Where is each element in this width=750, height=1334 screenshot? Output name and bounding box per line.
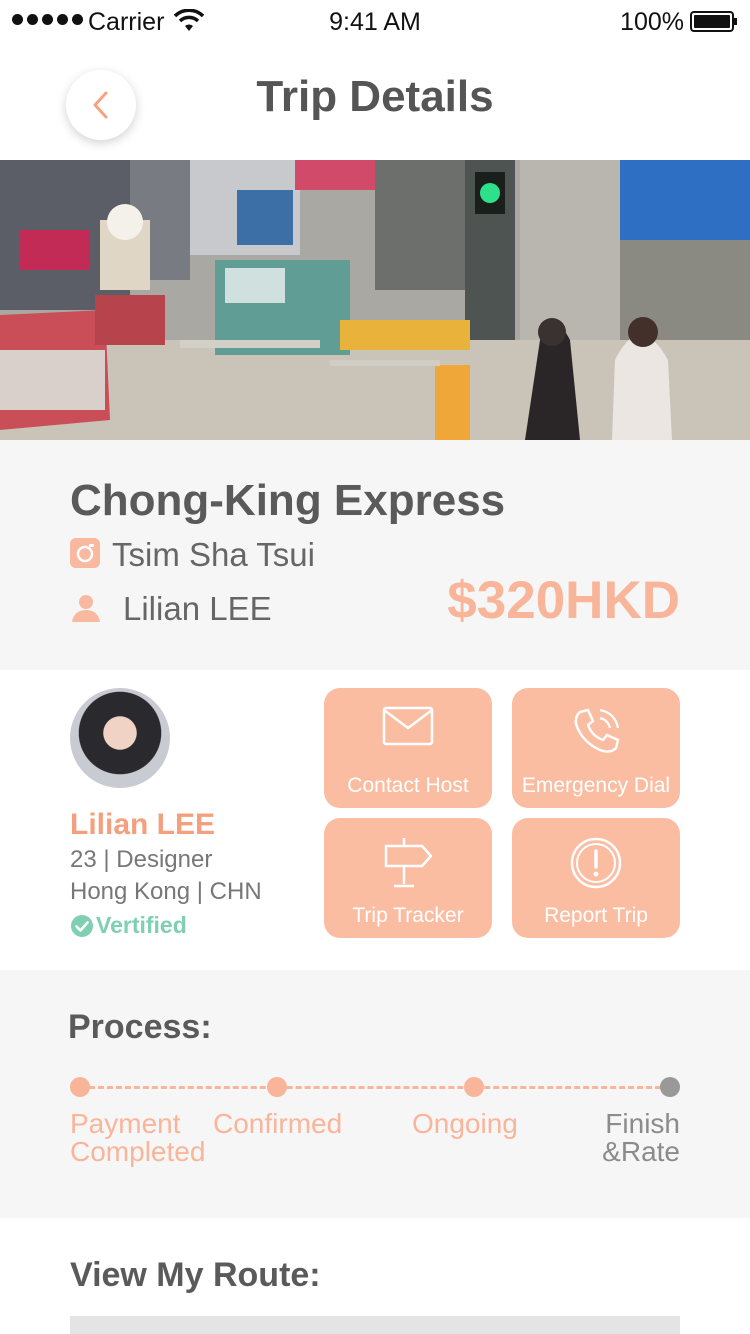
mail-icon bbox=[382, 706, 434, 746]
contact-host-label: Contact Host bbox=[347, 774, 469, 797]
route-map-preview[interactable] bbox=[70, 1316, 680, 1334]
host-location: Hong Kong | CHN bbox=[70, 878, 262, 905]
step-label-payment: Payment Completed bbox=[70, 1108, 206, 1167]
trip-hero-image bbox=[0, 160, 750, 440]
trip-tracker-button[interactable]: Trip Tracker bbox=[324, 818, 492, 938]
phone-icon bbox=[574, 708, 620, 753]
contact-host-button[interactable]: Contact Host bbox=[324, 688, 492, 808]
route-section: View My Route: bbox=[0, 1218, 750, 1334]
step-label-ongoing: Ongoing bbox=[412, 1108, 518, 1139]
nav-header: Trip Details bbox=[0, 44, 750, 160]
step-dot-payment bbox=[70, 1077, 90, 1097]
trip-location: Tsim Sha Tsui bbox=[112, 536, 315, 573]
trip-name: Chong-King Express bbox=[70, 476, 506, 525]
route-title: View My Route: bbox=[70, 1256, 321, 1294]
report-trip-label: Report Trip bbox=[544, 904, 648, 927]
step-dot-ongoing bbox=[464, 1077, 484, 1097]
step-dot-finish bbox=[660, 1077, 680, 1097]
location-icon bbox=[70, 538, 100, 568]
battery-icon bbox=[690, 11, 737, 32]
person-icon bbox=[72, 595, 100, 622]
trip-host: Lilian LEE bbox=[123, 590, 272, 627]
verified-label: Vertified bbox=[96, 912, 187, 938]
step-label-confirmed: Confirmed bbox=[213, 1108, 343, 1139]
emergency-dial-label: Emergency Dial bbox=[521, 774, 671, 797]
process-title: Process: bbox=[68, 1008, 212, 1046]
report-trip-button[interactable]: Report Trip bbox=[512, 818, 680, 938]
trip-tracker-label: Trip Tracker bbox=[352, 904, 464, 927]
trip-info: Chong-King Express Tsim Sha Tsui Lilian … bbox=[0, 440, 750, 670]
host-name[interactable]: Lilian LEE bbox=[70, 808, 215, 842]
status-bar: Carrier 9:41 AM 100% bbox=[0, 0, 750, 44]
host-card: Lilian LEE 23 | Designer Hong Kong | CHN… bbox=[0, 670, 750, 970]
trip-price: $320HKD bbox=[447, 571, 680, 630]
host-age-occupation: 23 | Designer bbox=[70, 846, 213, 873]
emergency-dial-button[interactable]: Emergency Dial bbox=[512, 688, 680, 808]
check-circle-icon bbox=[71, 914, 93, 937]
process-section: Process: Payment Completed Confirmed Ong… bbox=[0, 970, 750, 1218]
signpost-icon bbox=[384, 838, 433, 888]
verified-badge: Vertified bbox=[70, 912, 187, 939]
step-dot-confirmed bbox=[267, 1077, 287, 1097]
step-label-finish: Finish &Rate bbox=[602, 1108, 680, 1167]
page-title: Trip Details bbox=[256, 72, 494, 121]
progress-track bbox=[80, 1086, 670, 1089]
alert-icon bbox=[570, 837, 622, 889]
host-avatar[interactable] bbox=[70, 688, 170, 788]
battery-percent: 100% bbox=[620, 8, 684, 36]
